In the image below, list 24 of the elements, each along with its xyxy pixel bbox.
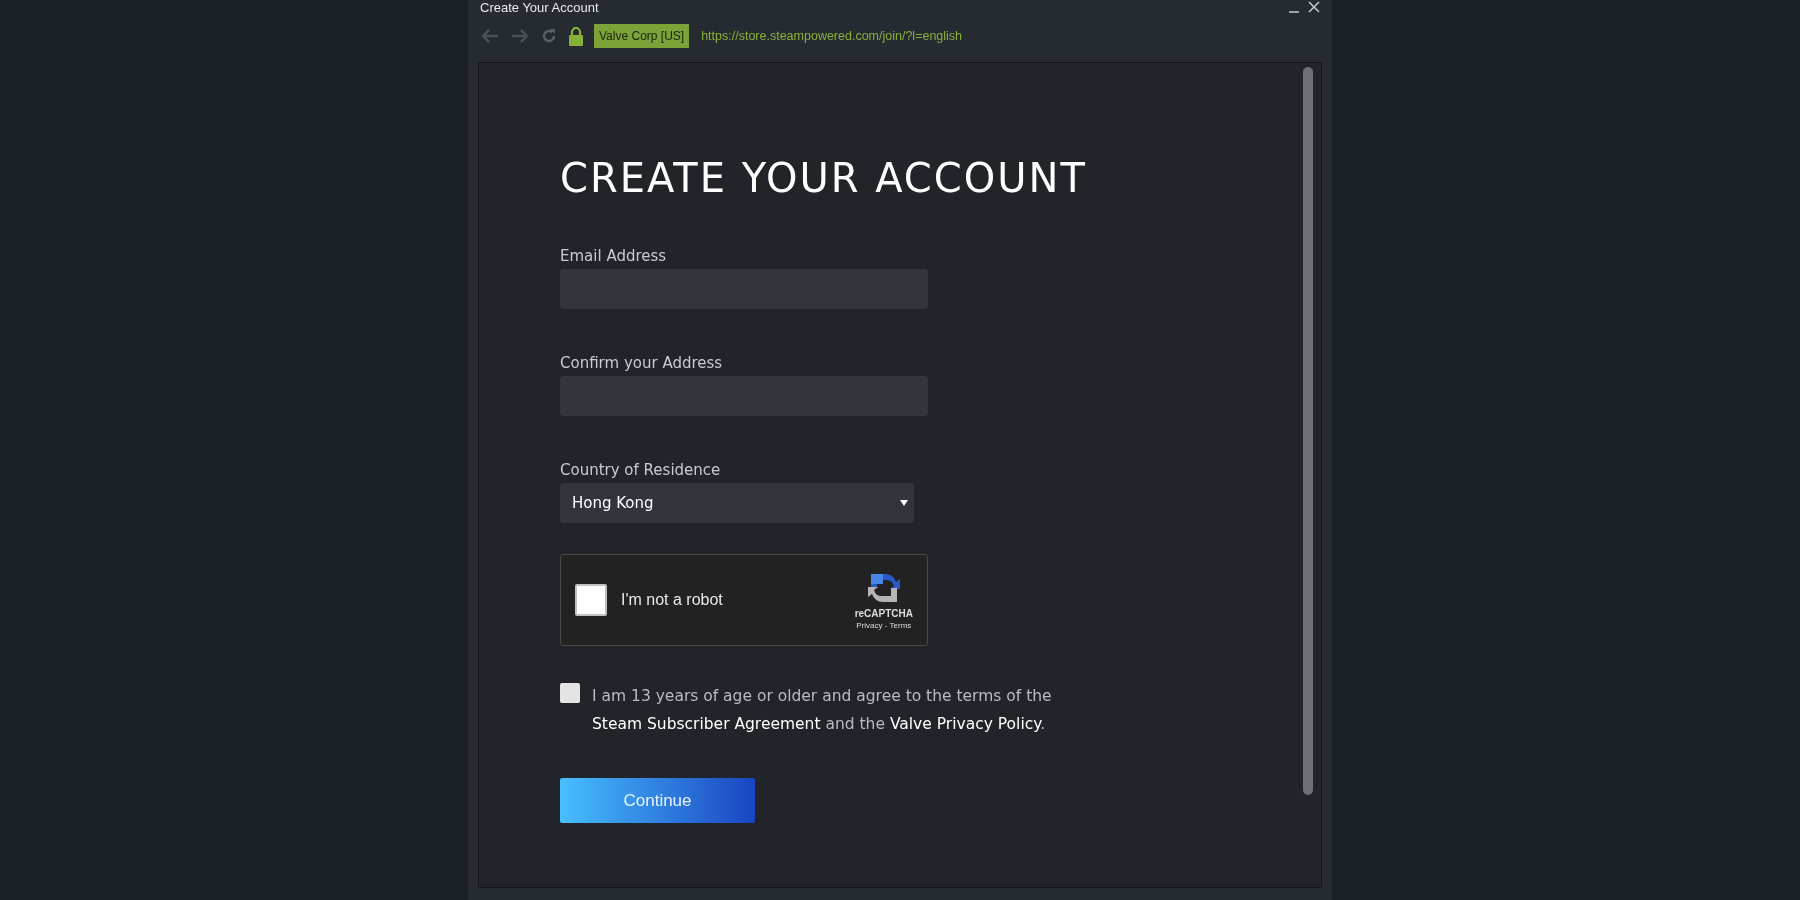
country-dropdown[interactable]: Hong Kong: [560, 483, 914, 523]
agreement-link[interactable]: Valve Privacy Policy: [889, 715, 1041, 733]
back-arrow-icon[interactable]: [480, 28, 500, 44]
forward-arrow-icon[interactable]: [510, 28, 530, 44]
agreement-link[interactable]: Steam Subscriber Agreement: [592, 715, 821, 733]
close-icon[interactable]: [1308, 1, 1320, 13]
captcha-links[interactable]: Privacy - Terms: [856, 621, 912, 630]
captcha-checkbox[interactable]: [575, 584, 607, 616]
lock-icon: [568, 26, 584, 46]
reload-icon[interactable]: [540, 27, 558, 45]
dropdown-caret-icon: [900, 500, 908, 506]
captcha-label: I'm not a robot: [621, 591, 724, 609]
continue-button[interactable]: Continue: [560, 778, 755, 823]
captcha-brand: reCAPTCHA: [854, 608, 913, 619]
field-label: Email Address: [560, 247, 668, 265]
window-title: Create Your Account: [480, 0, 599, 15]
field-label: Country of Residence: [560, 461, 722, 479]
agreement-checkbox[interactable]: [560, 683, 580, 703]
scrollbar[interactable]: [1303, 67, 1313, 795]
url-text[interactable]: https://store.steampowered.com/join/?l=english: [701, 29, 963, 43]
field-label: Confirm your Address: [560, 354, 724, 372]
agreement-text: I am 13 years of age or older and agree to the terms of the Steam Subscriber Agreement and the Valve Privacy Policy.: [592, 686, 1053, 735]
site-identity-badge: Valve Corp [US]: [594, 24, 690, 48]
page-heading: CREATE YOUR ACCOUNT: [560, 155, 1088, 201]
